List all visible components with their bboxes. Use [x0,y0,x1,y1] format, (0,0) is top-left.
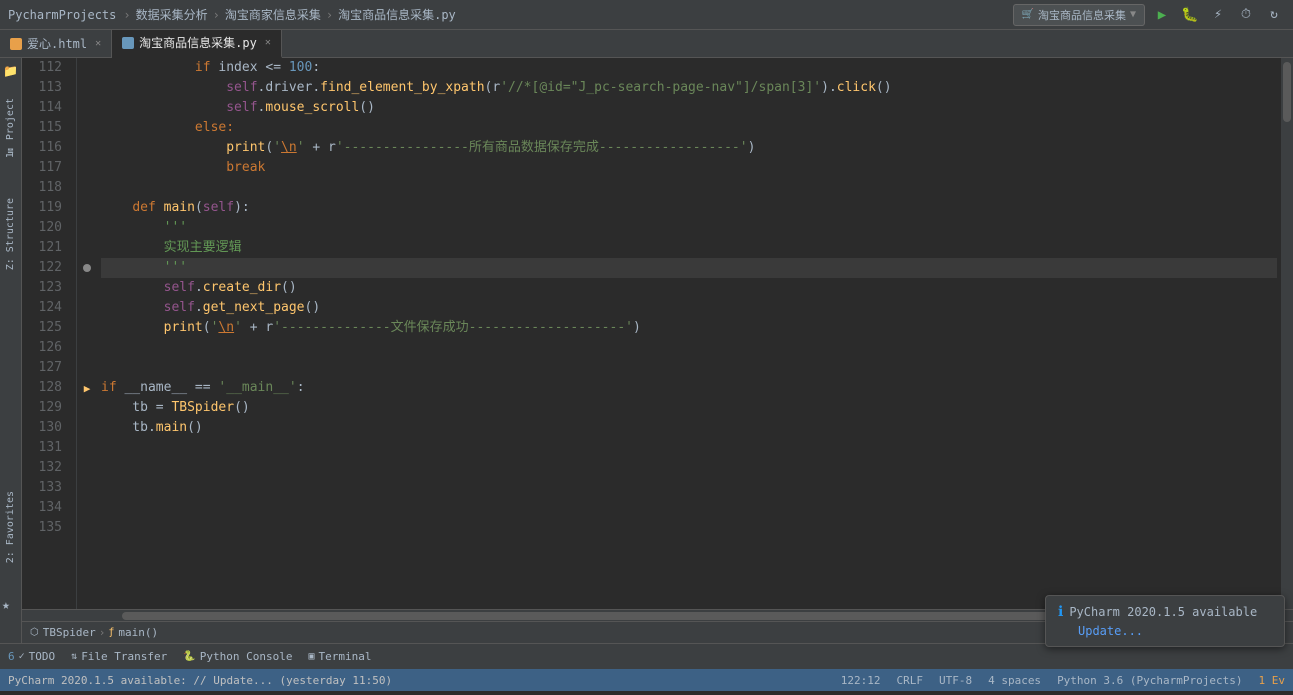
notification-title: ℹ PyCharm 2020.1.5 available [1058,604,1272,620]
breadcrumb-2[interactable]: 淘宝商家信息采集 [225,6,321,23]
html-file-icon [10,38,22,50]
star-icon[interactable]: ★ [2,598,10,613]
tab-bar: 爱心.html ✕ 淘宝商品信息采集.py ✕ [0,30,1293,58]
code-line-119: def main(self): [101,198,1277,218]
breakpoint-dot[interactable] [83,264,91,272]
left-sidebar: 📁 1: Project ≡ Z: Structure 2: Favorites… [0,58,22,643]
python-console-btn[interactable]: 🐍 Python Console [183,650,292,663]
h-scroll-thumb[interactable] [122,612,1093,620]
code-content[interactable]: if index <= 100: self.driver.find_elemen… [97,58,1281,609]
code-line-129: tb = TBSpider() [101,398,1277,418]
reload-button[interactable]: ↻ [1263,4,1285,26]
notification-popup: ℹ PyCharm 2020.1.5 available Update... [1045,595,1285,647]
breadcrumb-3[interactable]: 淘宝商品信息采集.py [338,6,456,23]
run-button[interactable]: ▶ [1151,4,1173,26]
code-line-131 [101,438,1277,458]
profile-button[interactable]: ⏱ [1235,4,1257,26]
main-layout: 📁 1: Project ≡ Z: Structure 2: Favorites… [0,58,1293,643]
v-scrollbar[interactable] [1281,58,1293,609]
run-config-selector[interactable]: 🛒 淘宝商品信息采集 ▼ [1013,4,1145,26]
code-line-123: self.create_dir() [101,278,1277,298]
code-line-127 [101,358,1277,378]
code-line-125: print('\n' + r'--------------文件保存成功-----… [101,318,1277,338]
code-line-117: break [101,158,1277,178]
python-console-icon: 🐍 [183,651,195,662]
favorites-label[interactable]: 2: Favorites [5,491,16,563]
code-line-132 [101,458,1277,478]
tab-py[interactable]: 淘宝商品信息采集.py ✕ [112,30,282,58]
code-line-130: tb.main() [101,418,1277,438]
editor-area: 112 113 114 115 116 117 118 119 120 121 … [22,58,1293,643]
code-line-112: if index <= 100: [101,58,1277,78]
code-line-126 [101,338,1277,358]
terminal-icon: ▣ [308,651,314,662]
debug-button[interactable]: 🐛 [1179,4,1201,26]
close-tab-py[interactable]: ✕ [265,37,271,48]
cursor-position[interactable]: 122:12 [841,674,881,687]
info-icon: ℹ [1058,604,1063,620]
line-separator[interactable]: CRLF [896,674,923,687]
indent-info[interactable]: 4 spaces [988,674,1041,687]
breadcrumb-1[interactable]: 数据采集分析 [136,6,208,23]
structure-label[interactable]: Z: Structure [5,198,16,270]
title-bar: PycharmProjects › 数据采集分析 › 淘宝商家信息采集 › 淘宝… [0,0,1293,30]
status-right: 122:12 CRLF UTF-8 4 spaces Python 3.6 (P… [841,674,1285,687]
python-version[interactable]: Python 3.6 (PycharmProjects) [1057,674,1242,687]
v-scroll-thumb[interactable] [1283,62,1291,122]
tab-html[interactable]: 爱心.html ✕ [0,30,112,58]
file-transfer-btn[interactable]: ⇅ File Transfer [71,650,167,663]
code-line-118 [101,178,1277,198]
project-label[interactable]: 1: Project [5,98,16,158]
event-log[interactable]: 1 Ev [1259,674,1286,687]
todo-icon: ✓ [19,651,25,662]
code-line-114: self.mouse_scroll() [101,98,1277,118]
breadcrumb-tbspider[interactable]: ⬡ TBSpider [30,626,96,639]
project-name: PycharmProjects [8,8,116,22]
code-line-134 [101,498,1277,518]
file-transfer-icon: ⇅ [71,651,77,662]
terminal-btn[interactable]: ▣ Terminal [308,650,371,663]
gutter: ▶ [77,58,97,609]
code-line-113: self.driver.find_element_by_xpath(r'//*[… [101,78,1277,98]
coverage-button[interactable]: ⚡ [1207,4,1229,26]
code-line-128: if __name__ == '__main__': [101,378,1277,398]
run-controls: 🛒 淘宝商品信息采集 ▼ ▶ 🐛 ⚡ ⏱ ↻ [1013,4,1285,26]
breadcrumb-main[interactable]: ƒ main() [108,626,158,639]
file-encoding[interactable]: UTF-8 [939,674,972,687]
code-line-122: ''' [101,258,1277,278]
code-line-116: print('\n' + r'----------------所有商品数据保存完… [101,138,1277,158]
code-line-115: else: [101,118,1277,138]
close-tab-html[interactable]: ✕ [95,38,101,49]
code-line-120: ''' [101,218,1277,238]
status-bar: PyCharm 2020.1.5 available: // Update...… [0,669,1293,691]
code-editor[interactable]: 112 113 114 115 116 117 118 119 120 121 … [22,58,1293,609]
code-line-133 [101,478,1277,498]
code-line-121: 实现主要逻辑 [101,238,1277,258]
code-line-124: self.get_next_page() [101,298,1277,318]
code-line-135 [101,518,1277,538]
line-numbers: 112 113 114 115 116 117 118 119 120 121 … [22,58,77,609]
py-file-icon [122,37,134,49]
update-link[interactable]: Update... [1078,624,1272,638]
project-panel-icon[interactable]: 📁 [2,62,20,80]
fold-arrow[interactable]: ▶ [84,382,91,395]
todo-btn[interactable]: 6 ✓ TODO [8,650,55,663]
status-message: PyCharm 2020.1.5 available: // Update...… [8,674,833,687]
